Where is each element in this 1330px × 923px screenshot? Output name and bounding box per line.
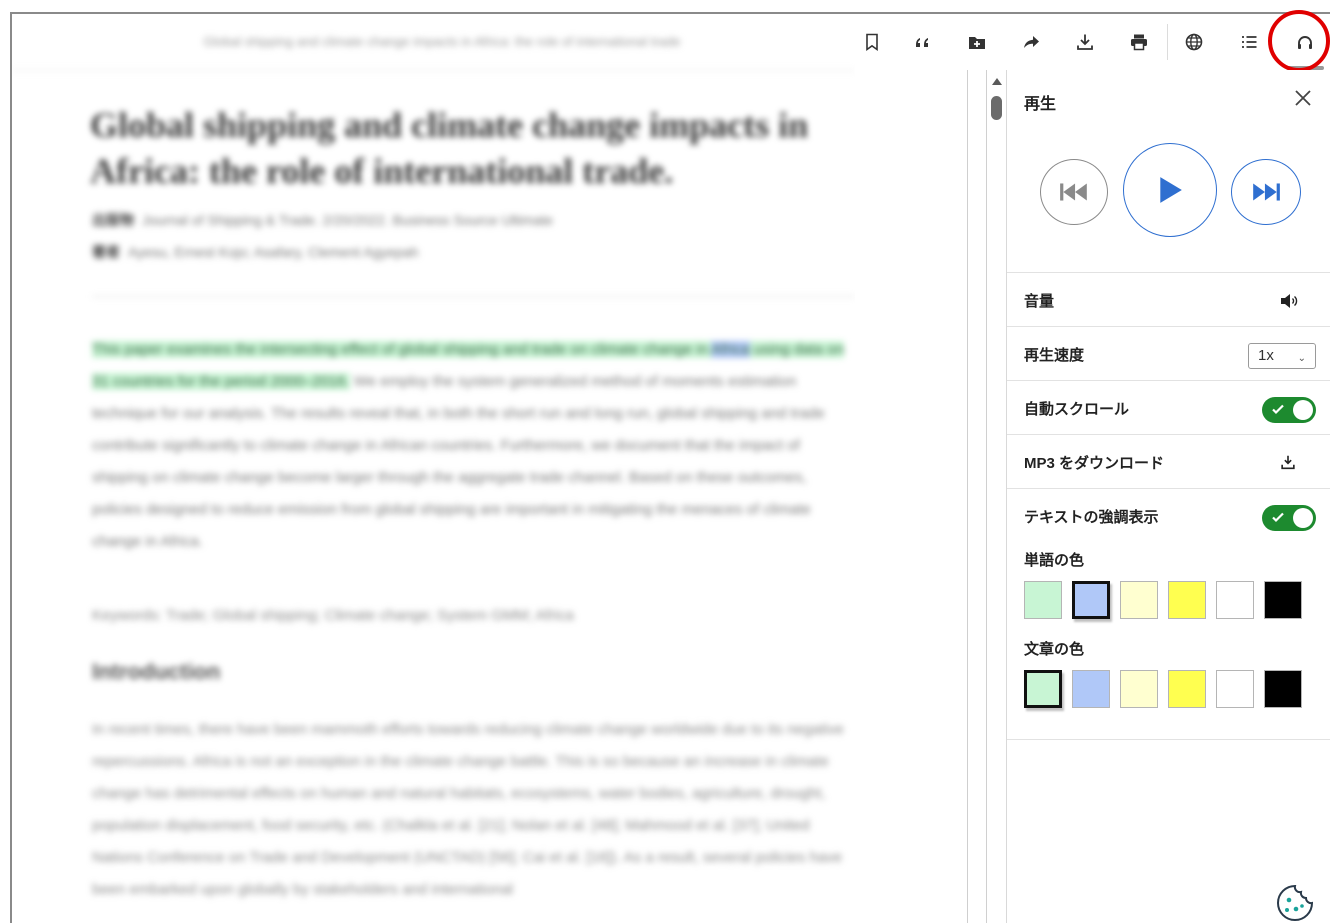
annotation-circle: [1268, 10, 1330, 72]
sentence-color-swatch[interactable]: [1120, 670, 1158, 708]
check-icon: [1272, 512, 1284, 523]
print-icon[interactable]: [1123, 26, 1155, 58]
meta-publication: 出版物 Journal of Shipping & Trade. 2/20/202…: [92, 210, 553, 230]
listen-panel: 再生 音量 再生速度 1x ⌄ 自動スクロール MP3 をダウンロード テキスト…: [1006, 70, 1330, 923]
article-title: Global shipping and climate change impac…: [90, 105, 809, 191]
article-view: Global shipping and climate change impac…: [12, 14, 855, 923]
running-title: Global shipping and climate change impac…: [203, 34, 681, 49]
check-icon: [1272, 404, 1284, 415]
reader-column-edge: [967, 70, 968, 923]
word-color-swatch[interactable]: [1120, 581, 1158, 619]
word-color-swatch[interactable]: [1024, 581, 1062, 619]
toggle-knob: [1293, 508, 1313, 528]
header-divider: [12, 70, 855, 71]
chevron-down-icon: ⌄: [1297, 353, 1306, 364]
autoscroll-row: 自動スクロール: [1007, 380, 1330, 434]
sentence-color-swatch[interactable]: [1168, 670, 1206, 708]
scroll-thumb[interactable]: [991, 96, 1002, 120]
speed-label: 再生速度: [1024, 347, 1085, 364]
intro-paragraph: In recent times, there have been mammoth…: [92, 721, 844, 898]
skip-back-icon: [1060, 183, 1087, 201]
sentence-color-swatches: [1024, 670, 1314, 708]
keywords: Keywords: Trade; Global shipping; Climat…: [92, 607, 574, 624]
word-color-swatch[interactable]: [1216, 581, 1254, 619]
article-blurred-content: Global shipping and climate change impac…: [12, 14, 855, 923]
volume-row: 音量: [1007, 272, 1330, 326]
bookmark-icon[interactable]: [856, 26, 888, 58]
abstract-rest: We employ the system generalized method …: [92, 373, 825, 550]
section-separator: [92, 296, 855, 297]
mp3-label: MP3 をダウンロード: [1024, 455, 1165, 472]
word-color-swatch[interactable]: [1072, 581, 1110, 619]
sentence-color-swatch[interactable]: [1024, 670, 1062, 708]
mp3-row[interactable]: MP3 をダウンロード: [1007, 434, 1330, 488]
word-color-label: 単語の色: [1024, 552, 1085, 569]
download-icon[interactable]: [1069, 26, 1101, 58]
word-color-swatches: [1024, 581, 1314, 619]
speed-value: 1x: [1258, 347, 1274, 364]
meta-authors-value: Ayesu, Ernest Kojo; Asafary, Clement Agy…: [128, 244, 419, 260]
close-button[interactable]: [1291, 86, 1315, 110]
cite-icon[interactable]: [907, 26, 939, 58]
scrollbar[interactable]: [986, 70, 1006, 923]
panel-divider: [1007, 739, 1330, 740]
play-icon: [1160, 177, 1182, 203]
toolbar-divider: [1167, 24, 1168, 60]
speed-select[interactable]: 1x ⌄: [1248, 343, 1316, 369]
sentence-color-label: 文章の色: [1024, 641, 1085, 658]
download-mp3-icon[interactable]: [1279, 453, 1299, 473]
speed-row: 再生速度 1x ⌄: [1007, 326, 1330, 380]
scroll-up-arrow-icon[interactable]: [992, 78, 1002, 85]
highlight-section: テキストの強調表示 単語の色 文章の色: [1007, 488, 1330, 740]
close-icon: [1295, 90, 1311, 106]
word-color-swatch[interactable]: [1168, 581, 1206, 619]
next-button[interactable]: [1231, 159, 1301, 225]
meta-publication-label: 出版物: [92, 212, 134, 228]
skip-forward-icon: [1253, 183, 1280, 201]
sentence-color-swatch[interactable]: [1072, 670, 1110, 708]
table-of-contents-icon[interactable]: [1233, 26, 1265, 58]
sentence-color-swatch[interactable]: [1216, 670, 1254, 708]
volume-label: 音量: [1024, 293, 1055, 310]
previous-button[interactable]: [1040, 159, 1108, 225]
translate-icon[interactable]: [1178, 26, 1210, 58]
abstract-paragraph: This paper examines the intersecting eff…: [92, 334, 852, 558]
highlighted-sentence-start: This paper examines the intersecting eff…: [92, 341, 708, 358]
volume-icon[interactable]: [1279, 291, 1299, 311]
word-color-swatch[interactable]: [1264, 581, 1302, 619]
article-toolbar: [855, 14, 1330, 70]
meta-authors-label: 著者: [92, 244, 120, 260]
highlighted-word: Africa: [711, 341, 750, 358]
add-to-folder-icon[interactable]: [961, 26, 993, 58]
autoscroll-label: 自動スクロール: [1024, 401, 1130, 418]
meta-authors: 著者 Ayesu, Ernest Kojo; Asafary, Clement A…: [92, 242, 419, 262]
sentence-color-swatch[interactable]: [1264, 670, 1302, 708]
panel-title: 再生: [1024, 96, 1057, 113]
highlight-toggle[interactable]: [1262, 505, 1316, 531]
meta-publication-value: Journal of Shipping & Trade. 2/20/2022. …: [142, 212, 553, 228]
cookie-settings-icon[interactable]: [1274, 882, 1316, 923]
highlight-label: テキストの強調表示: [1024, 509, 1159, 526]
toggle-knob: [1293, 400, 1313, 420]
share-icon[interactable]: [1015, 26, 1047, 58]
play-button[interactable]: [1123, 143, 1217, 237]
autoscroll-toggle[interactable]: [1262, 397, 1316, 423]
section-heading: Introduction: [92, 659, 221, 684]
